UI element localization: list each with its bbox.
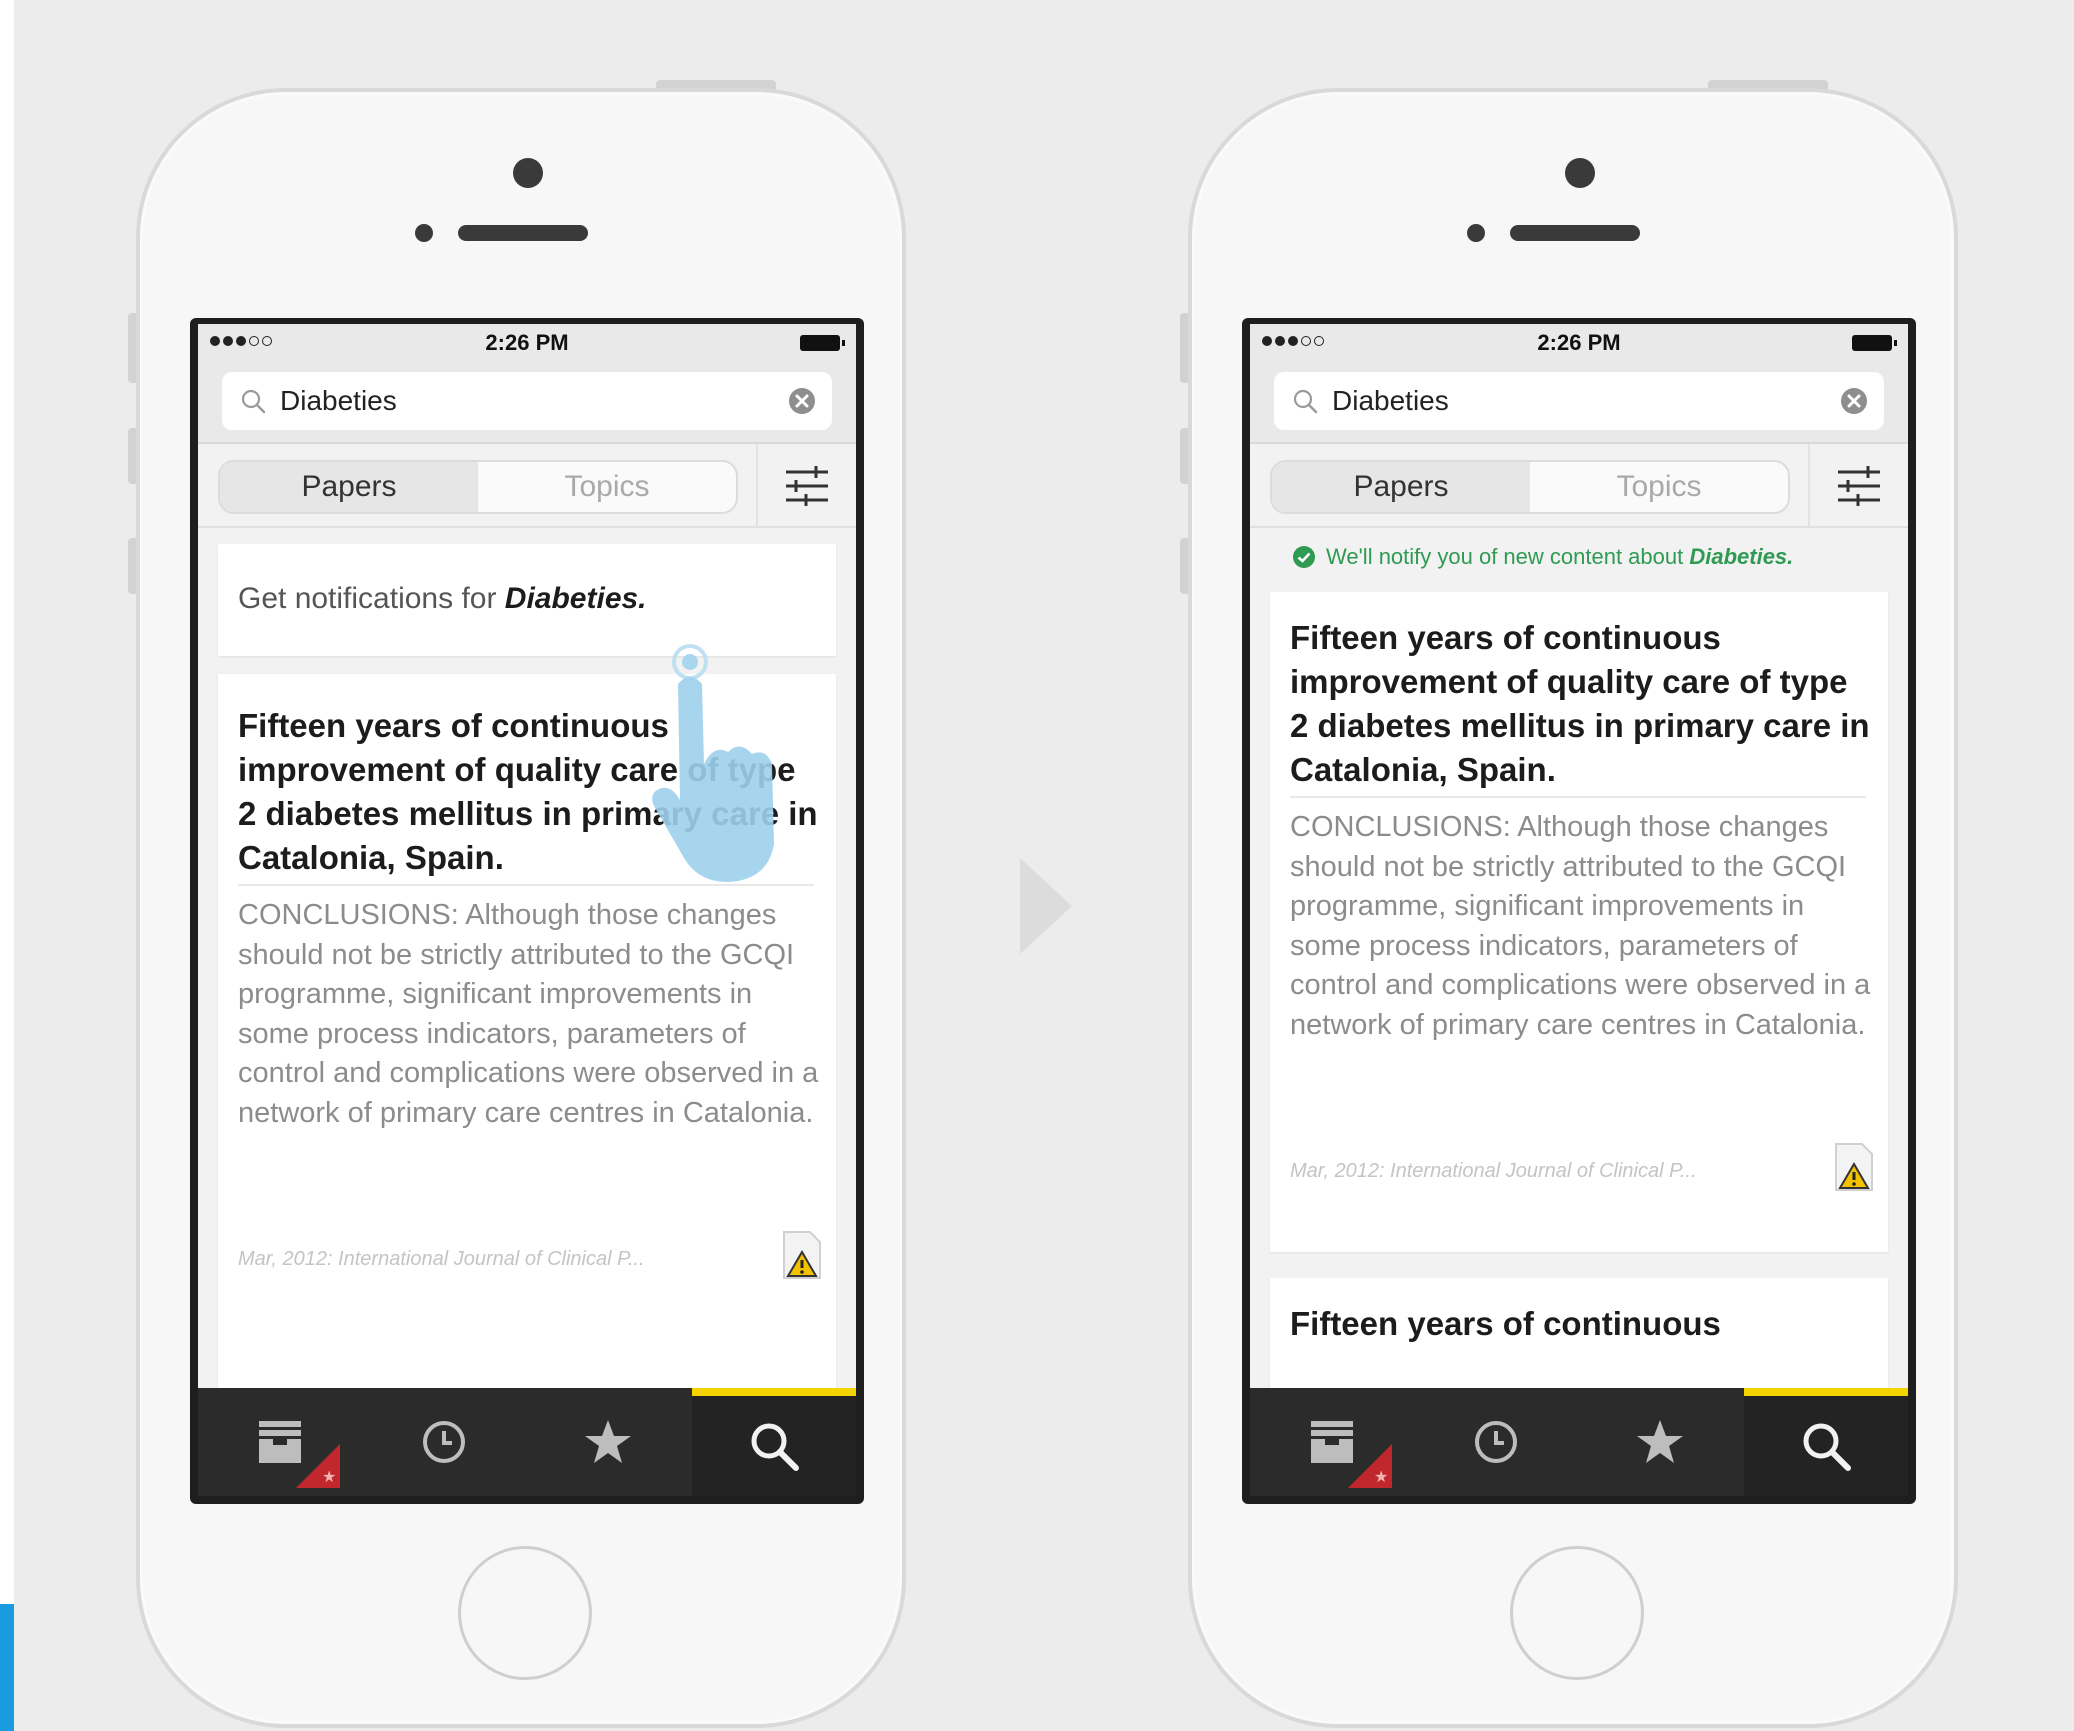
home-button[interactable]: [1510, 1546, 1644, 1680]
phone-body: 2:26 PM Diabeties Papers Topics: [136, 88, 906, 1728]
battery-icon: [800, 335, 845, 351]
results-segmented-control: Papers Topics: [218, 460, 738, 514]
paper-abstract: CONCLUSIONS: Although those changes shou…: [1290, 811, 1871, 1041]
tab-topics[interactable]: Topics: [1530, 462, 1788, 512]
clear-search-icon[interactable]: [788, 387, 816, 415]
filter-divider: [1808, 444, 1810, 526]
check-circle-icon: [1293, 546, 1315, 568]
bottom-tab-bar: ★: [1250, 1388, 1908, 1496]
clear-search-icon[interactable]: [1840, 387, 1868, 415]
proximity-sensor: [1467, 224, 1485, 242]
search-icon: [1293, 389, 1318, 414]
paper-title: Fifteen years of continuous improvement …: [1290, 619, 1870, 788]
paper-abstract: CONCLUSIONS: Although those changes shou…: [238, 899, 819, 1129]
tab-papers[interactable]: Papers: [1272, 462, 1530, 512]
search-query: Diabeties: [1332, 385, 1449, 416]
phone-screen: 2:26 PM Diabeties Papers Topics: [1242, 318, 1916, 1504]
search-query: Diabeties: [280, 385, 397, 416]
left-accent-bar: [0, 1604, 14, 1731]
badge-star-icon: ★: [322, 1469, 337, 1486]
front-camera: [513, 158, 543, 188]
paper-divider: [1290, 796, 1866, 798]
app-view: 2:26 PM Diabeties Papers Topics: [1250, 324, 1908, 1496]
notification-topic: Diabeties.: [504, 582, 647, 615]
tab-papers[interactable]: Papers: [220, 462, 478, 512]
status-time: 2:26 PM: [1537, 330, 1621, 355]
status-bar: 2:26 PM: [1250, 324, 1908, 362]
notification-prompt-text: Get notifications for Diabeties.: [238, 582, 647, 615]
search-input[interactable]: Diabeties: [1274, 372, 1884, 430]
phone-body: 2:26 PM Diabeties Papers Topics: [1188, 88, 1958, 1728]
paper-meta: Mar, 2012: International Journal of Clin…: [238, 1248, 645, 1270]
paper-title-next: Fifteen years of continuous: [1290, 1305, 1721, 1342]
tap-gesture-hand-icon: [652, 644, 774, 882]
paper-card[interactable]: Fifteen years of continuous improvement …: [1270, 592, 1888, 1252]
filter-bar: Papers Topics: [1250, 444, 1908, 528]
search-icon: [1803, 1423, 1851, 1471]
tab-search[interactable]: [692, 1388, 856, 1496]
clock-icon: [423, 1421, 465, 1463]
battery-icon: [1852, 335, 1897, 351]
search-icon: [241, 389, 266, 414]
paper-divider: [238, 884, 814, 886]
search-bar-container: Diabeties: [198, 362, 856, 444]
tab-inbox[interactable]: ★: [1250, 1388, 1414, 1496]
phone-mockup-after: 2:26 PM Diabeties Papers Topics We'll no…: [1180, 80, 1958, 1731]
notification-prompt-card[interactable]: Get notifications for Diabeties.: [218, 544, 836, 656]
search-input[interactable]: Diabeties: [222, 372, 832, 430]
results-segmented-control: Papers Topics: [1270, 460, 1790, 514]
tab-favorites[interactable]: [1578, 1388, 1742, 1496]
star-icon: [1637, 1420, 1683, 1463]
front-camera: [1565, 158, 1595, 188]
app-view: 2:26 PM Diabeties Papers Topics: [198, 324, 856, 1496]
transition-arrow: [1020, 858, 1072, 954]
tab-favorites[interactable]: [526, 1388, 690, 1496]
clock-icon: [1475, 1421, 1517, 1463]
proximity-sensor: [415, 224, 433, 242]
phone-mockup-before: 2:26 PM Diabeties Papers Topics Get noti…: [128, 80, 906, 1731]
tab-search[interactable]: [1744, 1388, 1908, 1496]
tab-topics[interactable]: Topics: [478, 462, 736, 512]
pdf-warning-icon[interactable]: [782, 1230, 822, 1280]
search-icon: [751, 1423, 799, 1471]
notification-confirmation: We'll notify you of new content about Di…: [1292, 544, 1793, 570]
filter-bar: Papers Topics: [198, 444, 856, 528]
filter-divider: [756, 444, 758, 526]
tab-recent[interactable]: [362, 1388, 526, 1496]
badge-star-icon: ★: [1374, 1469, 1389, 1486]
tab-inbox[interactable]: ★: [198, 1388, 362, 1496]
earpiece-speaker: [458, 225, 588, 241]
filter-settings-icon[interactable]: [782, 462, 832, 510]
star-icon: [585, 1420, 631, 1463]
tab-recent[interactable]: [1414, 1388, 1578, 1496]
pdf-warning-icon[interactable]: [1834, 1142, 1874, 1192]
home-button[interactable]: [458, 1546, 592, 1680]
filter-settings-icon[interactable]: [1834, 462, 1884, 510]
bottom-tab-bar: ★: [198, 1388, 856, 1496]
earpiece-speaker: [1510, 225, 1640, 241]
left-page-edge: [0, 0, 14, 1731]
search-bar-container: Diabeties: [1250, 362, 1908, 444]
notification-confirmation-text: We'll notify you of new content about Di…: [1326, 544, 1794, 569]
status-bar: 2:26 PM: [198, 324, 856, 362]
notification-topic: Diabeties.: [1689, 544, 1794, 569]
phone-screen: 2:26 PM Diabeties Papers Topics: [190, 318, 864, 1504]
paper-meta: Mar, 2012: International Journal of Clin…: [1290, 1160, 1697, 1182]
status-time: 2:26 PM: [485, 330, 569, 355]
